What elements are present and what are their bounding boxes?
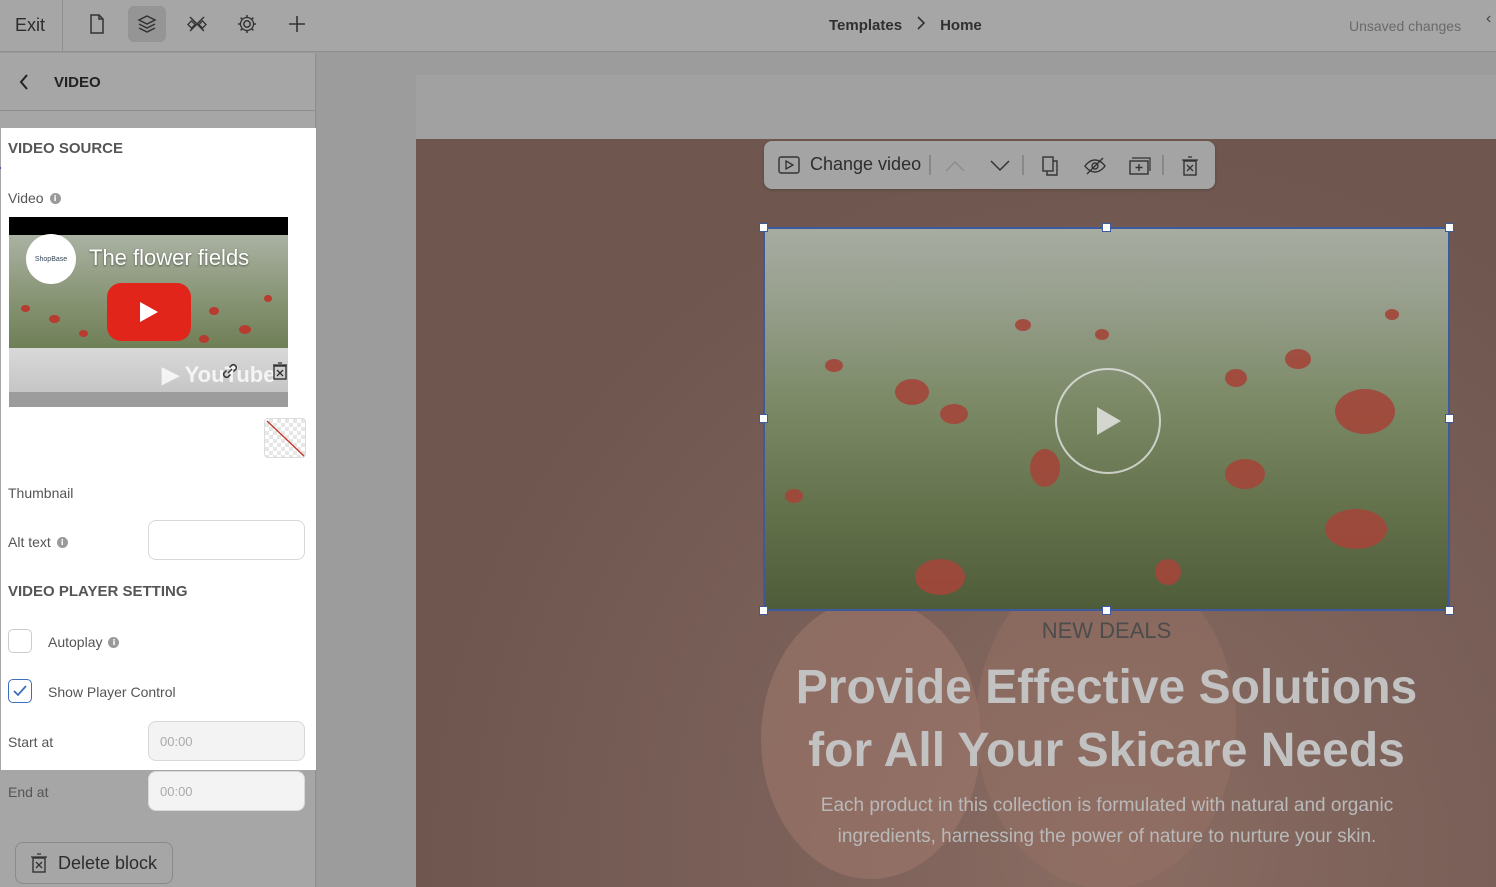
video-block-toolbar: Change video (764, 141, 1215, 189)
page-header-strip (416, 75, 1496, 139)
resize-handle[interactable] (1102, 606, 1111, 615)
end-at-input[interactable]: 00:00 (148, 771, 305, 811)
autoplay-checkbox[interactable] (8, 629, 32, 653)
chevron-left-icon[interactable]: ‹ (1486, 10, 1491, 28)
change-video-button[interactable]: Change video (778, 154, 921, 175)
resize-handle[interactable] (1102, 223, 1111, 232)
show-player-control-label: Show Player Control (48, 684, 176, 700)
save-status: Unsaved changes (1349, 18, 1462, 34)
page-icon[interactable] (78, 6, 116, 42)
video-preview[interactable]: ShopBase The flower fields ▶ YouTube (9, 217, 288, 407)
sidebar-header: VIDEO (0, 53, 315, 111)
end-at-label: End at (8, 784, 49, 800)
delete-block-button[interactable]: Delete block (15, 842, 173, 884)
selected-video-block[interactable] (763, 227, 1450, 611)
info-icon[interactable]: i (108, 636, 120, 648)
start-at-input[interactable]: 00:00 (148, 721, 305, 761)
hero-eyebrow: NEW DEALS (1041, 618, 1172, 643)
back-icon[interactable] (18, 73, 30, 96)
youtube-logo-icon: ▶ YouTube (162, 362, 276, 387)
thumbnail-label: Thumbnail (8, 485, 74, 501)
delete-block-label: Delete block (58, 852, 158, 873)
video-label: Video i (8, 190, 61, 206)
alt-text-label: Alt text i (8, 534, 68, 550)
breadcrumb-home[interactable]: Home (940, 17, 982, 34)
settings-panel: VIDEO SOURCE Video i ShopBase The flower… (1, 128, 316, 770)
top-bar: Exit Templates Home Unsaved changes ‹ (0, 0, 1496, 52)
resize-handle[interactable] (1445, 414, 1454, 423)
resize-handle[interactable] (1445, 606, 1454, 615)
trash-icon (31, 853, 47, 873)
checkmark-icon (13, 685, 27, 697)
breadcrumb-templates[interactable]: Templates (829, 17, 902, 34)
layers-icon[interactable] (128, 6, 166, 42)
info-icon[interactable]: i (49, 192, 61, 204)
add-icon[interactable] (278, 6, 316, 42)
sidebar-title: VIDEO (54, 74, 101, 91)
video-preview-title: The flower fields (89, 245, 250, 270)
thumbnail-picker[interactable] (264, 418, 306, 458)
insert-icon[interactable] (1127, 153, 1153, 179)
breadcrumb: Templates Home (829, 16, 982, 34)
components-icon[interactable] (178, 6, 216, 42)
show-player-control-checkbox[interactable] (8, 679, 32, 703)
settings-icon[interactable] (228, 6, 266, 42)
resize-handle[interactable] (759, 606, 768, 615)
hero-description: Each product in this collection is formu… (820, 795, 1394, 847)
resize-handle[interactable] (759, 414, 768, 423)
video-player-setting-heading: VIDEO PLAYER SETTING (8, 583, 188, 600)
hide-icon[interactable] (1082, 153, 1108, 179)
resize-handle[interactable] (759, 223, 768, 232)
chevron-right-icon (916, 16, 926, 34)
start-at-label: Start at (8, 734, 54, 750)
exit-button[interactable]: Exit (15, 15, 45, 36)
duplicate-icon[interactable] (1037, 153, 1063, 179)
move-down-icon[interactable] (987, 153, 1013, 179)
resize-handle[interactable] (1445, 223, 1454, 232)
youtube-play-icon[interactable] (107, 283, 191, 341)
channel-avatar: ShopBase (26, 234, 76, 284)
video-play-icon[interactable] (1055, 368, 1161, 474)
hero-title: Provide Effective Solutions for All Your… (795, 661, 1418, 777)
info-icon[interactable]: i (56, 536, 68, 548)
link-icon[interactable] (220, 361, 240, 386)
delete-icon[interactable] (1177, 153, 1203, 179)
video-icon (778, 155, 800, 174)
move-up-icon[interactable] (942, 153, 968, 179)
autoplay-label: Autoplay i (48, 634, 120, 650)
alt-text-input[interactable] (148, 520, 305, 560)
video-source-heading: VIDEO SOURCE (8, 140, 124, 157)
divider (62, 0, 63, 52)
remove-video-icon[interactable] (272, 362, 288, 385)
